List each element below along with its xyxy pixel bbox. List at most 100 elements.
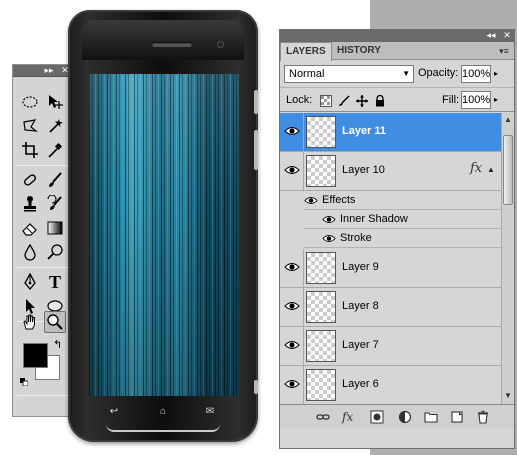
default-colors-icon[interactable] — [20, 373, 29, 387]
panel-menu-icon[interactable]: ▾≡ — [498, 45, 510, 57]
collapse-icon[interactable]: ◂◂ — [485, 30, 497, 41]
zoom-tool-icon[interactable] — [44, 311, 66, 333]
layer-row[interactable]: Layer 7 — [280, 327, 501, 366]
tab-layers[interactable]: LAYERS — [280, 42, 332, 61]
eyedropper-tool-icon[interactable] — [44, 139, 66, 161]
phone-camera-button — [254, 380, 258, 394]
lock-position-icon[interactable] — [356, 94, 368, 107]
collapse-icon[interactable]: ▸▸ — [43, 65, 55, 76]
layer-name: Layer 9 — [342, 261, 379, 273]
back-key-icon: ↩ — [109, 406, 119, 417]
eye-icon[interactable] — [284, 125, 300, 137]
clone-stamp-tool-icon[interactable] — [19, 193, 41, 215]
fill-slider-arrow-icon[interactable]: ▸ — [494, 91, 502, 109]
link-layers-icon[interactable] — [316, 410, 330, 424]
layer-name: Layer 8 — [342, 300, 379, 312]
blend-opacity-row: Normal ▼ Opacity: 100% ▸ — [280, 60, 514, 88]
visibility-cell[interactable] — [280, 113, 304, 151]
delete-layer-icon[interactable] — [476, 410, 490, 424]
panel-tabs: LAYERS HISTORY ▾≡ — [280, 42, 514, 61]
tools-panel-titlebar[interactable]: ▸▸ ✕ — [13, 65, 71, 77]
lasso-tool-icon[interactable] — [19, 115, 41, 137]
eye-icon[interactable] — [284, 378, 300, 390]
lock-all-icon[interactable] — [374, 94, 386, 107]
layers-panel-titlebar[interactable]: ◂◂ ✕ — [280, 30, 514, 42]
new-layer-icon[interactable] — [450, 410, 464, 424]
opacity-slider-arrow-icon[interactable]: ▸ — [494, 65, 502, 83]
blend-mode-select[interactable]: Normal ▼ — [284, 65, 414, 83]
layer-effects-icon[interactable]: fx — [470, 161, 482, 176]
move-tool-icon[interactable] — [44, 91, 66, 113]
phone-screen — [89, 74, 239, 396]
scroll-up-icon[interactable]: ▲ — [503, 115, 513, 125]
visibility-cell[interactable] — [280, 327, 304, 365]
fill-label: Fill: — [442, 94, 460, 106]
pen-tool-icon[interactable] — [19, 271, 41, 293]
home-key-icon: ⌂ — [159, 406, 167, 417]
eye-icon[interactable] — [284, 339, 300, 351]
scrollbar-thumb[interactable] — [503, 135, 513, 205]
type-tool-icon[interactable]: T — [44, 271, 66, 293]
layer-row[interactable]: Layer 10 fx ▲ — [280, 152, 501, 191]
visibility-cell[interactable] — [280, 249, 304, 287]
swap-colors-icon[interactable]: ↰ — [53, 339, 65, 351]
eye-icon[interactable] — [304, 195, 318, 206]
add-mask-icon[interactable] — [370, 410, 384, 424]
close-icon[interactable]: ✕ — [501, 30, 513, 41]
effect-item-row[interactable]: Stroke — [304, 229, 501, 248]
eye-icon[interactable] — [284, 164, 300, 176]
add-layer-style-icon[interactable]: fx — [342, 410, 356, 424]
layers-bottom-toolbar: fx — [280, 404, 514, 428]
opacity-field[interactable]: 100% — [461, 65, 491, 83]
lock-label: Lock: — [286, 94, 313, 106]
blend-mode-value: Normal — [289, 68, 325, 80]
brush-tool-icon[interactable] — [44, 169, 66, 191]
magic-wand-tool-icon[interactable] — [44, 115, 66, 137]
phone-chrome-arc — [106, 424, 220, 432]
healing-brush-tool-icon[interactable] — [19, 169, 41, 191]
layer-thumbnail — [306, 369, 336, 401]
adjustment-layer-icon[interactable] — [398, 410, 412, 424]
layer-row[interactable]: Layer 8 — [280, 288, 501, 327]
crop-tool-icon[interactable] — [19, 139, 41, 161]
effect-name: Stroke — [340, 232, 372, 244]
marquee-tool-icon[interactable] — [19, 91, 41, 113]
layer-name: Layer 6 — [342, 378, 379, 390]
layer-thumbnail — [306, 330, 336, 362]
foreground-color-swatch[interactable] — [23, 343, 48, 368]
fill-field[interactable]: 100% — [461, 91, 491, 109]
effects-row[interactable]: Effects — [304, 191, 501, 210]
layer-row[interactable]: Layer 9 — [280, 249, 501, 288]
layer-row[interactable]: Layer 6 — [280, 366, 501, 404]
visibility-cell[interactable] — [280, 152, 304, 190]
visibility-cell[interactable] — [280, 288, 304, 326]
scroll-down-icon[interactable]: ▼ — [503, 391, 513, 401]
layer-thumbnail — [306, 252, 336, 284]
effects-expand-icon[interactable]: ▲ — [487, 165, 495, 174]
photoshop-workspace: ▸▸ ✕ T ↰ ↩ ⌂ ✉ ◂◂ ✕ LAYERS HISTORY ▾≡ No… — [0, 0, 517, 455]
eraser-tool-icon[interactable] — [19, 217, 41, 239]
tab-history[interactable]: HISTORY — [332, 42, 386, 60]
visibility-cell[interactable] — [280, 366, 304, 404]
type-tool-glyph: T — [48, 272, 61, 292]
eye-icon[interactable] — [284, 300, 300, 312]
layer-thumbnail — [306, 155, 336, 187]
dodge-tool-icon[interactable] — [44, 241, 66, 263]
phone-volume-button — [254, 130, 258, 170]
effect-item-row[interactable]: Inner Shadow — [304, 210, 501, 229]
gradient-tool-icon[interactable] — [44, 217, 66, 239]
history-brush-tool-icon[interactable] — [44, 193, 66, 215]
lock-pixels-icon[interactable] — [338, 94, 350, 106]
eye-icon[interactable] — [322, 214, 336, 225]
lock-transparency-icon[interactable] — [320, 94, 332, 107]
hand-tool-icon[interactable] — [19, 311, 41, 333]
layers-scrollbar[interactable]: ▲ ▼ — [501, 113, 514, 404]
blur-tool-icon[interactable] — [19, 241, 41, 263]
eye-icon[interactable] — [322, 233, 336, 244]
phone-top-bezel — [82, 20, 244, 60]
eye-icon[interactable] — [284, 261, 300, 273]
layer-row[interactable]: Layer 11 — [280, 113, 501, 152]
tool-separator — [17, 395, 69, 396]
new-group-icon[interactable] — [424, 410, 438, 424]
layer-name: Layer 7 — [342, 339, 379, 351]
